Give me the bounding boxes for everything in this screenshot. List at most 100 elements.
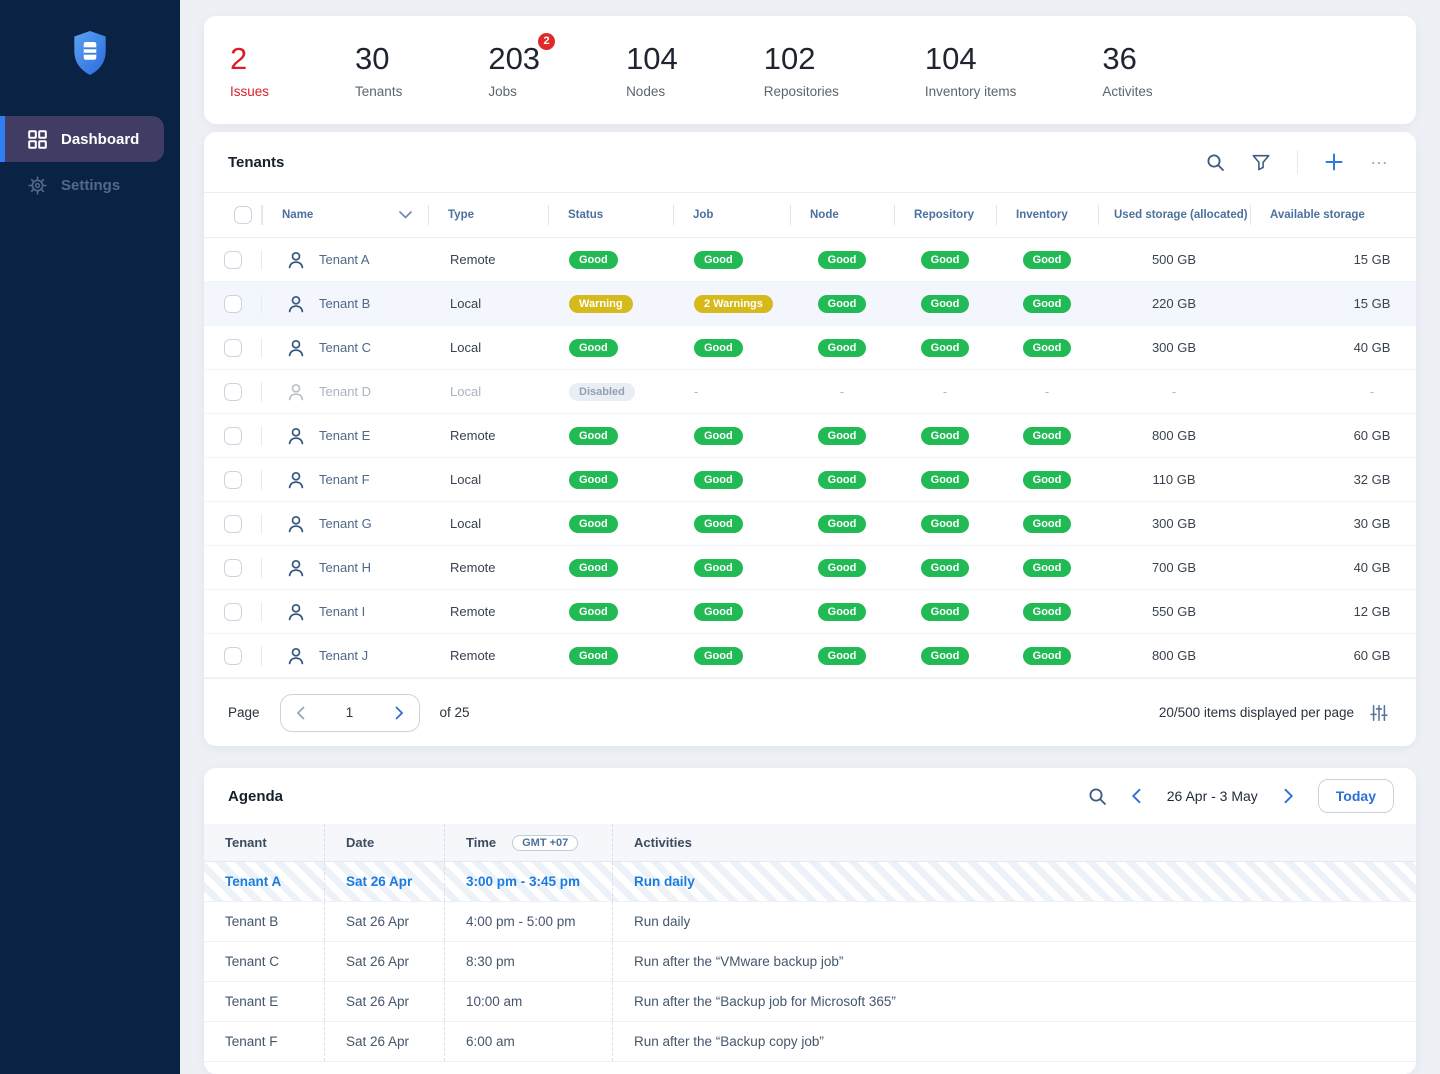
- tenant-row[interactable]: Tenant CLocalGoodGoodGoodGoodGood300 GB4…: [204, 326, 1416, 370]
- add-tenant-icon[interactable]: [1324, 152, 1344, 172]
- status-badge: Disabled: [569, 383, 635, 401]
- tenant-row[interactable]: Tenant DLocalDisabled------: [204, 370, 1416, 414]
- empty-value: -: [840, 384, 844, 399]
- tenant-name-cell[interactable]: Tenant I: [262, 602, 428, 622]
- person-icon: [286, 470, 306, 490]
- row-checkbox[interactable]: [224, 559, 242, 577]
- tenant-row[interactable]: Tenant BLocalWarning2 WarningsGoodGoodGo…: [204, 282, 1416, 326]
- stat-nodes[interactable]: 104Nodes: [626, 41, 678, 99]
- available-storage-cell: 15 GB: [1250, 296, 1416, 311]
- agenda-tenant: Tenant E: [204, 982, 324, 1021]
- column-header-job[interactable]: Job: [673, 209, 790, 221]
- more-options-icon[interactable]: …: [1370, 153, 1390, 171]
- select-all-checkbox[interactable]: [234, 206, 252, 224]
- used-storage-cell: 800 GB: [1098, 648, 1250, 663]
- agenda-row[interactable]: Tenant BSat 26 Apr4:00 pm - 5:00 pmRun d…: [204, 902, 1416, 942]
- agenda-time: 10:00 am: [444, 982, 612, 1021]
- tenant-row[interactable]: Tenant JRemoteGoodGoodGoodGoodGood800 GB…: [204, 634, 1416, 678]
- row-checkbox[interactable]: [224, 295, 242, 313]
- stat-activites[interactable]: 36Activites: [1102, 41, 1152, 99]
- row-checkbox[interactable]: [224, 471, 242, 489]
- tenant-row[interactable]: Tenant HRemoteGoodGoodGoodGoodGood700 GB…: [204, 546, 1416, 590]
- prev-page-icon[interactable]: [296, 706, 305, 720]
- tenant-name-cell[interactable]: Tenant D: [262, 382, 428, 402]
- status-badge: Good: [694, 515, 743, 533]
- row-checkbox[interactable]: [224, 647, 242, 665]
- tenant-name-cell[interactable]: Tenant E: [262, 426, 428, 446]
- column-header-name[interactable]: Name: [262, 209, 428, 221]
- tenant-name-cell[interactable]: Tenant J: [262, 646, 428, 666]
- row-checkbox[interactable]: [224, 251, 242, 269]
- page-size-settings-icon[interactable]: [1370, 704, 1388, 722]
- tenant-name-cell[interactable]: Tenant B: [262, 294, 428, 314]
- sidebar-item-dashboard[interactable]: Dashboard: [0, 116, 164, 162]
- column-header-available-storage[interactable]: Available storage: [1250, 209, 1416, 221]
- row-checkbox[interactable]: [224, 603, 242, 621]
- next-page-icon[interactable]: [395, 706, 404, 720]
- inventory-cell: Good: [996, 427, 1098, 445]
- agenda-row[interactable]: Tenant ESat 26 Apr10:00 amRun after the …: [204, 982, 1416, 1022]
- search-icon[interactable]: [1206, 153, 1225, 172]
- column-header-node[interactable]: Node: [790, 209, 894, 221]
- status-cell: Good: [548, 647, 673, 665]
- stat-issues[interactable]: 2Issues: [230, 41, 269, 99]
- row-checkbox[interactable]: [224, 515, 242, 533]
- tenant-name-cell[interactable]: Tenant F: [262, 470, 428, 490]
- tenant-row[interactable]: Tenant IRemoteGoodGoodGoodGoodGood550 GB…: [204, 590, 1416, 634]
- status-badge: Good: [818, 515, 867, 533]
- sidebar: Dashboard Settings: [0, 0, 180, 1074]
- stat-tenants[interactable]: 30Tenants: [355, 41, 402, 99]
- used-storage-cell: 800 GB: [1098, 428, 1250, 443]
- prev-week-icon[interactable]: [1131, 788, 1141, 804]
- stat-inventory-items[interactable]: 104Inventory items: [925, 41, 1017, 99]
- available-storage-cell: 30 GB: [1250, 516, 1416, 531]
- tenant-name-cell[interactable]: Tenant C: [262, 338, 428, 358]
- row-checkbox[interactable]: [224, 427, 242, 445]
- column-header-status[interactable]: Status: [548, 209, 673, 221]
- tenant-name-cell[interactable]: Tenant H: [262, 558, 428, 578]
- tenant-name-cell[interactable]: Tenant A: [262, 250, 428, 270]
- status-badge: Good: [1023, 295, 1072, 313]
- column-header-repository[interactable]: Repository: [894, 209, 996, 221]
- row-checkbox-cell: [204, 326, 262, 369]
- job-cell: 2 Warnings: [673, 295, 790, 313]
- next-week-icon[interactable]: [1284, 788, 1294, 804]
- agenda-row[interactable]: Tenant FSat 26 Apr6:00 amRun after the “…: [204, 1022, 1416, 1062]
- agenda-tenant: Tenant C: [204, 942, 324, 981]
- job-cell: Good: [673, 603, 790, 621]
- inventory-cell: Good: [996, 339, 1098, 357]
- node-cell: Good: [790, 471, 894, 489]
- tenant-type: Local: [428, 472, 548, 487]
- column-header-type[interactable]: Type: [428, 209, 548, 221]
- person-icon: [286, 250, 306, 270]
- stat-repositories[interactable]: 102Repositories: [764, 41, 839, 99]
- filter-icon[interactable]: [1251, 153, 1271, 172]
- tenant-type: Remote: [428, 648, 548, 663]
- stat-value: 2032: [488, 41, 540, 77]
- select-all-cell: [204, 193, 262, 237]
- agenda-activity: Run after the “Backup job for Microsoft …: [612, 982, 1416, 1021]
- stat-jobs[interactable]: 2032Jobs: [488, 41, 540, 99]
- tenant-row[interactable]: Tenant ERemoteGoodGoodGoodGoodGood800 GB…: [204, 414, 1416, 458]
- agenda-row[interactable]: Tenant ASat 26 Apr3:00 pm - 3:45 pmRun d…: [204, 862, 1416, 902]
- tenant-row[interactable]: Tenant FLocalGoodGoodGoodGoodGood110 GB3…: [204, 458, 1416, 502]
- sidebar-item-label: Dashboard: [61, 131, 139, 148]
- status-badge: Good: [818, 339, 867, 357]
- agenda-tenant: Tenant F: [204, 1022, 324, 1061]
- current-page-value[interactable]: 1: [346, 705, 354, 720]
- tenant-row[interactable]: Tenant ARemoteGoodGoodGoodGoodGood500 GB…: [204, 238, 1416, 282]
- inventory-cell: Good: [996, 251, 1098, 269]
- row-checkbox[interactable]: [224, 339, 242, 357]
- used-storage-cell: 550 GB: [1098, 604, 1250, 619]
- agenda-row[interactable]: Tenant CSat 26 Apr8:30 pmRun after the “…: [204, 942, 1416, 982]
- sidebar-item-settings[interactable]: Settings: [0, 162, 164, 208]
- today-button[interactable]: Today: [1318, 779, 1394, 813]
- row-checkbox[interactable]: [224, 383, 242, 401]
- tenant-name-cell[interactable]: Tenant G: [262, 514, 428, 534]
- tenant-row[interactable]: Tenant GLocalGoodGoodGoodGoodGood300 GB3…: [204, 502, 1416, 546]
- column-header-used-storage[interactable]: Used storage (allocated): [1098, 209, 1250, 221]
- agenda-search-icon[interactable]: [1088, 787, 1107, 806]
- status-badge: Good: [694, 647, 743, 665]
- empty-value: -: [943, 384, 947, 399]
- column-header-inventory[interactable]: Inventory: [996, 209, 1098, 221]
